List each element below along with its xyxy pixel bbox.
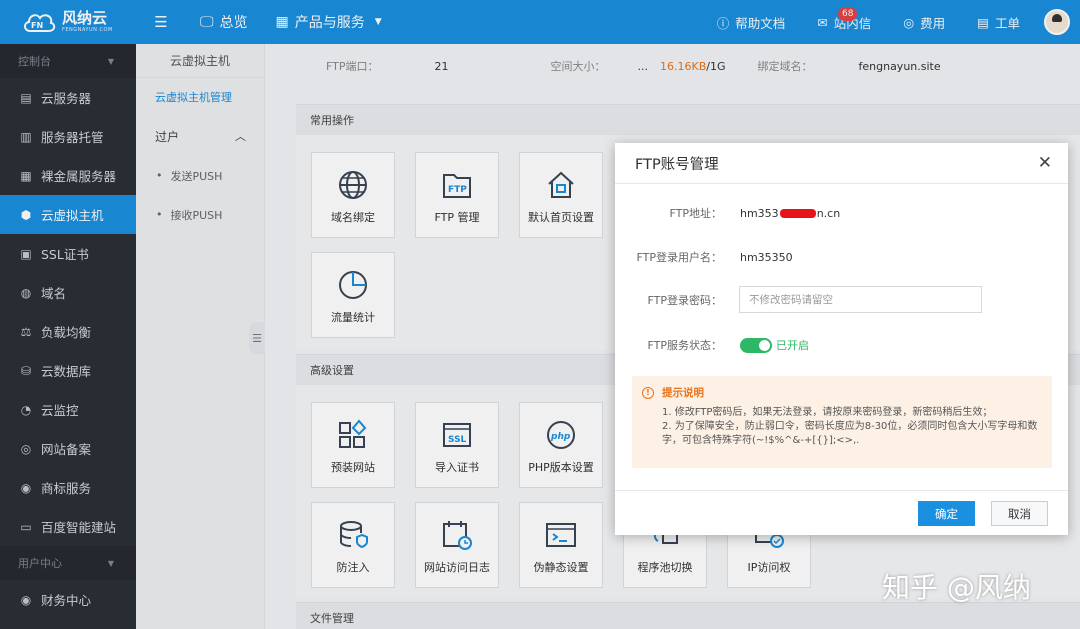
tip-title: 提示说明 (662, 387, 704, 399)
tip-line: 字，可包含特殊字符(~!$%^&-+[{}];<>,. (662, 435, 860, 446)
redaction-mark (779, 209, 816, 218)
watermark: 知乎 @风纳 (882, 571, 1031, 604)
ftp-address-suffix: n.cn (816, 206, 841, 220)
ftp-username-row: FTP登录用户名： hm35350 (615, 249, 1068, 265)
ftp-account-dialog: FTP账号管理 ✕ FTP地址： hm353 n.cn FTP登录用户名： hm3… (615, 143, 1068, 535)
dialog-title: FTP账号管理 (635, 156, 719, 173)
ftp-address-row: FTP地址： hm353 n.cn (615, 205, 1068, 221)
ftp-address-value: hm353 n.cn (740, 207, 840, 220)
ftp-username-value: hm35350 (740, 250, 793, 264)
ftp-address-prefix: hm353 (740, 206, 779, 220)
ftp-username-label: FTP登录用户名： (636, 251, 723, 264)
confirm-button[interactable]: 确定 (918, 501, 975, 526)
ftp-status-row: FTP服务状态： 已开启 (615, 337, 1068, 353)
ftp-address-label: FTP地址： (669, 207, 723, 220)
ftp-service-toggle[interactable] (740, 337, 772, 353)
cancel-button[interactable]: 取消 (991, 501, 1048, 526)
tip-line: 2. 为了保障安全，防止弱口令，密码长度应为8-30位，必须同时包含大小写字母和… (662, 421, 1038, 432)
ftp-password-input[interactable] (739, 286, 982, 313)
close-icon[interactable]: ✕ (1038, 153, 1052, 173)
dialog-footer: 确定 取消 (615, 490, 1068, 535)
tip-box: ! 提示说明 1. 修改FTP密码后，如果无法登录，请按原来密码登录，新密码稍后… (632, 376, 1052, 468)
ftp-status-label: FTP服务状态： (647, 339, 723, 352)
info-icon: ! (642, 386, 654, 399)
ftp-password-row: FTP登录密码： (615, 286, 1068, 313)
tip-line: 1. 修改FTP密码后，如果无法登录，请按原来密码登录，新密码稍后生效； (662, 407, 993, 418)
ftp-password-label: FTP登录密码： (647, 293, 723, 307)
ftp-status-text: 已开启 (776, 339, 809, 352)
